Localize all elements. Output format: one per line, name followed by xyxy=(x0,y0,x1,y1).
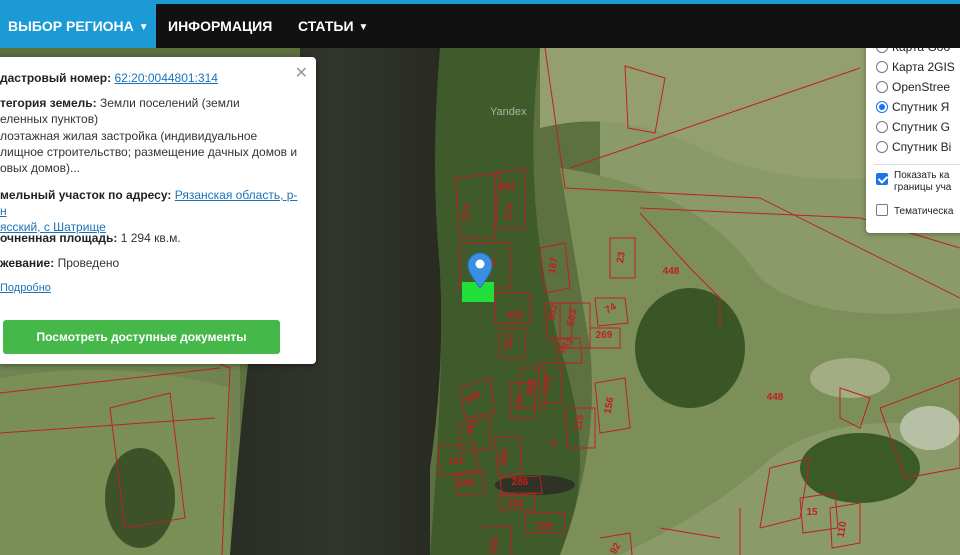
thematic-label: Тематическа xyxy=(894,206,954,217)
parcel-label: 3 xyxy=(550,438,556,449)
address-label: мельный участок по адресу: xyxy=(0,188,172,202)
nav-info-label: ИНФОРМАЦИЯ xyxy=(168,18,273,34)
parcel-label: 269 xyxy=(596,330,613,341)
layer-option-bing-sat[interactable]: Спутник Bi xyxy=(876,138,951,156)
parcel-label: 897 xyxy=(500,182,517,193)
thematic-toggle[interactable]: Тематическа xyxy=(876,204,953,222)
nav-articles-label: СТАТЬИ xyxy=(298,18,354,34)
survey-label: жевание: xyxy=(0,256,55,270)
category-value-1: Земли поселений (земли xyxy=(99,96,240,110)
layer-option-label: Карта 2GIS xyxy=(892,60,955,74)
layer-option-label: Спутник G xyxy=(892,120,950,134)
more-row: Подробно xyxy=(0,280,300,296)
map-provider-watermark: Yandex xyxy=(490,106,527,118)
area-label: очненная площадь: xyxy=(0,231,118,245)
radio-icon[interactable] xyxy=(876,81,888,93)
map-layer-panel: Карта Goo Карта 2GIS OpenStree Спутник Я… xyxy=(866,40,960,233)
radio-icon[interactable] xyxy=(876,121,888,133)
parcel-label: 448 xyxy=(767,392,784,403)
parcel-label: 448 xyxy=(663,266,680,277)
parcel-info-popup: ✕ дастровый номер: 62:20:0044801:314 тег… xyxy=(0,57,316,364)
radio-selected-icon[interactable] xyxy=(876,101,888,113)
category-value-2: еленных пунктов) xyxy=(0,112,99,126)
layer-divider xyxy=(874,164,960,165)
radio-icon[interactable] xyxy=(876,141,888,153)
permitted-use-3: овых домов)... xyxy=(0,161,80,175)
chevron-down-icon: ▼ xyxy=(358,22,369,33)
parcel-label: 128 xyxy=(536,521,553,532)
area-row: очненная площадь: 1 294 кв.м. xyxy=(0,230,300,246)
permitted-use-2: лищное строительство; размещение дачных … xyxy=(0,145,298,159)
layer-option-2gis[interactable]: Карта 2GIS xyxy=(876,58,955,76)
layer-option-osm[interactable]: OpenStree xyxy=(876,78,950,96)
nav-region-label: ВЫБОР РЕГИОНА xyxy=(8,18,134,34)
layer-option-label: Спутник Bi xyxy=(892,140,952,154)
more-details-link[interactable]: Подробно xyxy=(0,282,51,294)
layer-option-label: Спутник Я xyxy=(892,100,950,114)
parcel-label: 508 xyxy=(458,478,475,489)
parcel-label: 111 xyxy=(448,456,464,467)
radio-icon[interactable] xyxy=(876,61,888,73)
layer-option-google-sat[interactable]: Спутник G xyxy=(876,118,950,136)
show-boundaries-label: Показать ка границы уча xyxy=(894,170,951,194)
permitted-use-1: лоэтажная жилая застройка (индивидуально… xyxy=(0,129,258,143)
chevron-down-icon: ▼ xyxy=(138,22,149,33)
address-row: мельный участок по адресу: Рязанская обл… xyxy=(0,187,300,235)
parcel-label: 15 xyxy=(806,507,818,518)
category-label: тегория земель: xyxy=(0,96,97,110)
area-value: 1 294 кв.м. xyxy=(120,231,181,245)
layer-option-yandex-sat[interactable]: Спутник Я xyxy=(876,98,949,116)
parcel-label: 352 xyxy=(507,310,524,321)
nav-articles[interactable]: СТАТЬИ ▼ xyxy=(286,0,380,48)
cadastral-row: дастровый номер: 62:20:0044801:314 xyxy=(0,70,300,86)
survey-value: Проведено xyxy=(57,256,120,270)
nav-info[interactable]: ИНФОРМАЦИЯ xyxy=(156,0,284,48)
layer-option-label: OpenStree xyxy=(892,80,951,94)
survey-row: жевание: Проведено xyxy=(0,255,300,271)
parcel-label: 286 xyxy=(512,477,529,488)
permitted-use-row: лоэтажная жилая застройка (индивидуально… xyxy=(0,128,300,176)
checkbox-icon[interactable] xyxy=(876,204,888,216)
category-row: тегория земель: Земли поселений (земли е… xyxy=(0,95,300,127)
parcel-label: 261 xyxy=(508,498,525,509)
show-boundaries-label-2: границы уча xyxy=(894,182,952,193)
cadastral-label: дастровый номер: xyxy=(0,71,112,85)
nav-region-select[interactable]: ВЫБОР РЕГИОНА ▼ xyxy=(0,0,156,48)
top-navigation: ВЫБОР РЕГИОНА ▼ ИНФОРМАЦИЯ СТАТЬИ ▼ xyxy=(0,0,960,48)
view-documents-button[interactable]: Посмотреть доступные документы xyxy=(3,320,280,354)
show-boundaries-toggle[interactable]: Показать ка границы уча xyxy=(876,170,951,200)
show-boundaries-label-1: Показать ка xyxy=(894,170,950,181)
checkbox-checked-icon[interactable] xyxy=(876,173,888,185)
cadastral-number-link[interactable]: 62:20:0044801:314 xyxy=(114,71,217,85)
